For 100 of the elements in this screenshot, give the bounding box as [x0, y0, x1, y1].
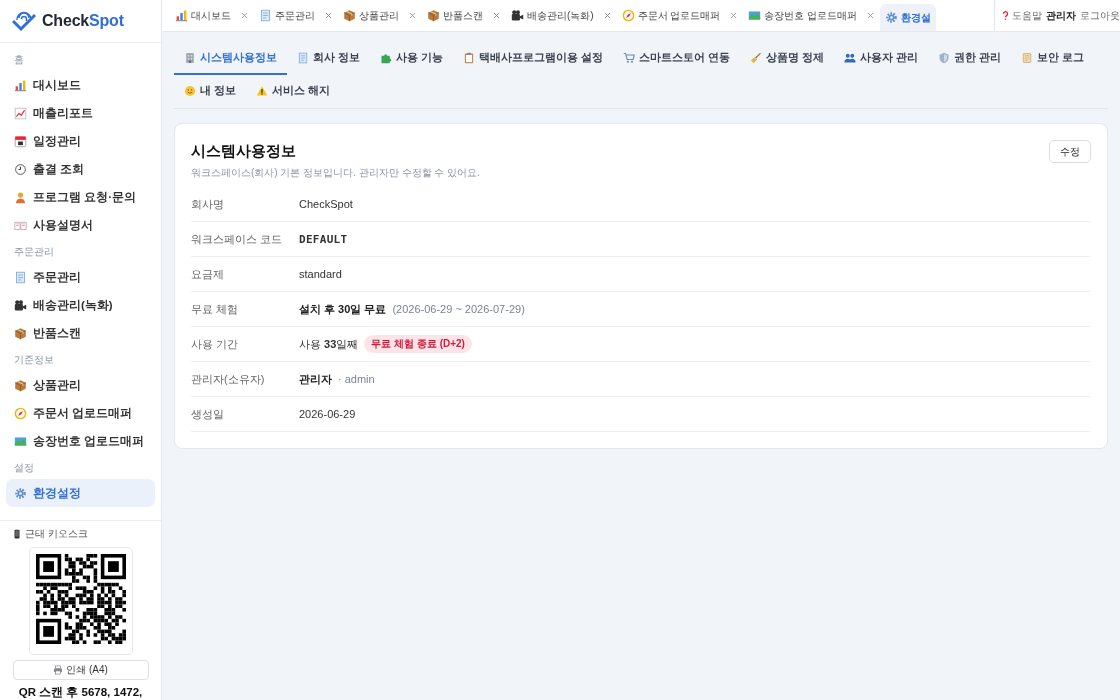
printer-icon — [53, 665, 64, 675]
sidebar-item[interactable]: 반품스캔 — [6, 319, 155, 347]
phone-icon — [12, 529, 22, 539]
field-label: 생성일 — [191, 406, 225, 422]
camera-icon — [511, 9, 524, 22]
close-icon[interactable] — [729, 11, 739, 20]
help-link[interactable]: 도움말 — [1000, 8, 1042, 23]
tab[interactable]: 송장번호 업로드매퍼 — [743, 0, 881, 31]
tab[interactable]: 주문관리 — [254, 0, 338, 31]
trend-chart-icon — [14, 106, 27, 120]
field-value: standard — [299, 268, 342, 280]
sidebar-item[interactable]: 사용설명서 — [6, 211, 155, 239]
compass-icon — [621, 9, 635, 22]
tab[interactable]: 주문서 업로드매퍼 — [616, 0, 744, 31]
field-value: 설치 후 30일 무료 — [299, 301, 387, 317]
close-icon[interactable] — [408, 11, 417, 20]
sidebar-item[interactable]: 출결 조회 — [6, 155, 155, 183]
settings-tab[interactable]: 서비스 해지 — [246, 75, 341, 108]
box-icon — [14, 378, 27, 392]
kiosk-title: 근태 키오스크 — [25, 527, 88, 541]
receipt-icon — [297, 51, 309, 64]
map-icon — [748, 9, 762, 22]
field-value: CheckSpot — [299, 198, 353, 210]
fingerprint-check-logo-icon — [12, 10, 36, 32]
sidebar-section-title: 주문관리 — [13, 245, 55, 259]
clipboard-icon — [463, 51, 476, 64]
warning-icon — [256, 84, 269, 97]
cart-icon — [623, 51, 636, 64]
field-note: (2026-06-29 ~ 2026-07-29) — [392, 303, 525, 315]
close-icon[interactable] — [866, 11, 876, 20]
sidebar-item[interactable]: 주문서 업로드매퍼 — [6, 399, 155, 427]
settings-tab[interactable]: 택배사프로그램이용 설정 — [453, 42, 614, 75]
person-icon — [14, 190, 27, 204]
card-description: 워크스페이스(회사) 기본 정보입니다. 관리자만 수정할 수 있어요. — [191, 166, 480, 180]
receipt-icon — [14, 270, 27, 284]
brand-logo-text: CheckSpot — [42, 12, 124, 30]
sidebar-section-title: 홈 — [13, 53, 25, 67]
field-label: 무료 체험 — [191, 301, 240, 317]
settings-tab[interactable]: 권한 관리 — [928, 42, 1012, 75]
tab[interactable]: 환경설 — [880, 4, 937, 31]
user-name: 관리자 — [1046, 8, 1076, 23]
puzzle-icon — [380, 51, 393, 64]
box-icon — [427, 9, 440, 22]
calendar-icon — [14, 134, 27, 148]
sidebar-section-title: 설정 — [13, 461, 35, 475]
sidebar-item[interactable]: 환경설정 — [6, 479, 155, 507]
field-note: · admin — [338, 373, 375, 385]
chart-icon — [14, 78, 27, 92]
sidebar-item[interactable]: 송장번호 업로드매퍼 — [6, 427, 155, 455]
close-icon[interactable] — [492, 11, 501, 20]
close-icon[interactable] — [324, 11, 333, 20]
shield-icon — [938, 51, 951, 64]
smiley-icon — [184, 84, 196, 97]
tab[interactable]: 대시보드 — [170, 0, 254, 31]
tab[interactable]: 반품스캔 — [422, 0, 506, 31]
receipt-icon — [259, 9, 272, 22]
sidebar-item[interactable]: 주문관리 — [6, 263, 155, 291]
chart-icon — [175, 9, 188, 22]
settings-tab[interactable]: 내 정보 — [174, 75, 247, 108]
edit-button[interactable]: 수정 — [1049, 140, 1091, 163]
settings-tab[interactable]: 상품명 정제 — [740, 42, 835, 75]
field-value: 관리자 — [299, 371, 332, 387]
tab[interactable]: 상품관리 — [338, 0, 422, 31]
map-icon — [14, 434, 27, 448]
field-label: 관리자(소유자) — [191, 371, 266, 387]
sidebar-item[interactable]: 일정관리 — [6, 127, 155, 155]
box-icon — [343, 9, 356, 22]
settings-tab[interactable]: 스마트스토어 연동 — [613, 42, 741, 75]
help-icon — [1000, 10, 1011, 21]
settings-tab[interactable]: 시스템사용정보 — [174, 42, 287, 75]
settings-tab[interactable]: 보안 로그 — [1011, 42, 1095, 75]
settings-tab[interactable]: 사용자 관리 — [834, 42, 929, 75]
close-icon[interactable] — [602, 11, 612, 20]
tab[interactable]: 배송관리(녹화) — [506, 0, 617, 31]
field-value: 사용 33일째 — [299, 336, 359, 352]
logout-link[interactable]: 로그아웃 — [1080, 8, 1120, 23]
sidebar-item[interactable]: 프로그램 요청·문의 — [6, 183, 155, 211]
field-value: 2026-06-29 — [299, 408, 356, 420]
building-icon — [184, 51, 196, 64]
field-label: 워크스페이스 코드 — [191, 231, 284, 247]
field-label: 회사명 — [191, 196, 225, 212]
settings-tab[interactable]: 사용 기능 — [370, 42, 454, 75]
gear-icon — [14, 486, 27, 500]
box-icon — [14, 326, 27, 340]
close-icon[interactable] — [240, 11, 249, 20]
print-button[interactable]: 인쇄 (A4) — [12, 660, 149, 680]
settings-tab[interactable]: 회사 정보 — [287, 42, 371, 75]
sidebar-item[interactable]: 대시보드 — [6, 71, 155, 99]
broom-icon — [750, 51, 763, 64]
compass-icon — [14, 406, 27, 420]
sidebar-section-title: 기준정보 — [13, 353, 55, 367]
field-value: DEFAULT — [299, 232, 348, 246]
status-badge: 무료 체험 종료 (D+2) — [364, 335, 472, 353]
camera-icon — [14, 298, 27, 312]
sidebar-item[interactable]: 배송관리(녹화) — [6, 291, 155, 319]
kiosk-instruction: QR 스캔 후 5678, 1472, — [18, 685, 143, 700]
card-title: 시스템사용정보 — [191, 142, 297, 161]
field-label: 사용 기간 — [191, 336, 240, 352]
sidebar-item[interactable]: 상품관리 — [6, 371, 155, 399]
sidebar-item[interactable]: 매출리포트 — [6, 99, 155, 127]
